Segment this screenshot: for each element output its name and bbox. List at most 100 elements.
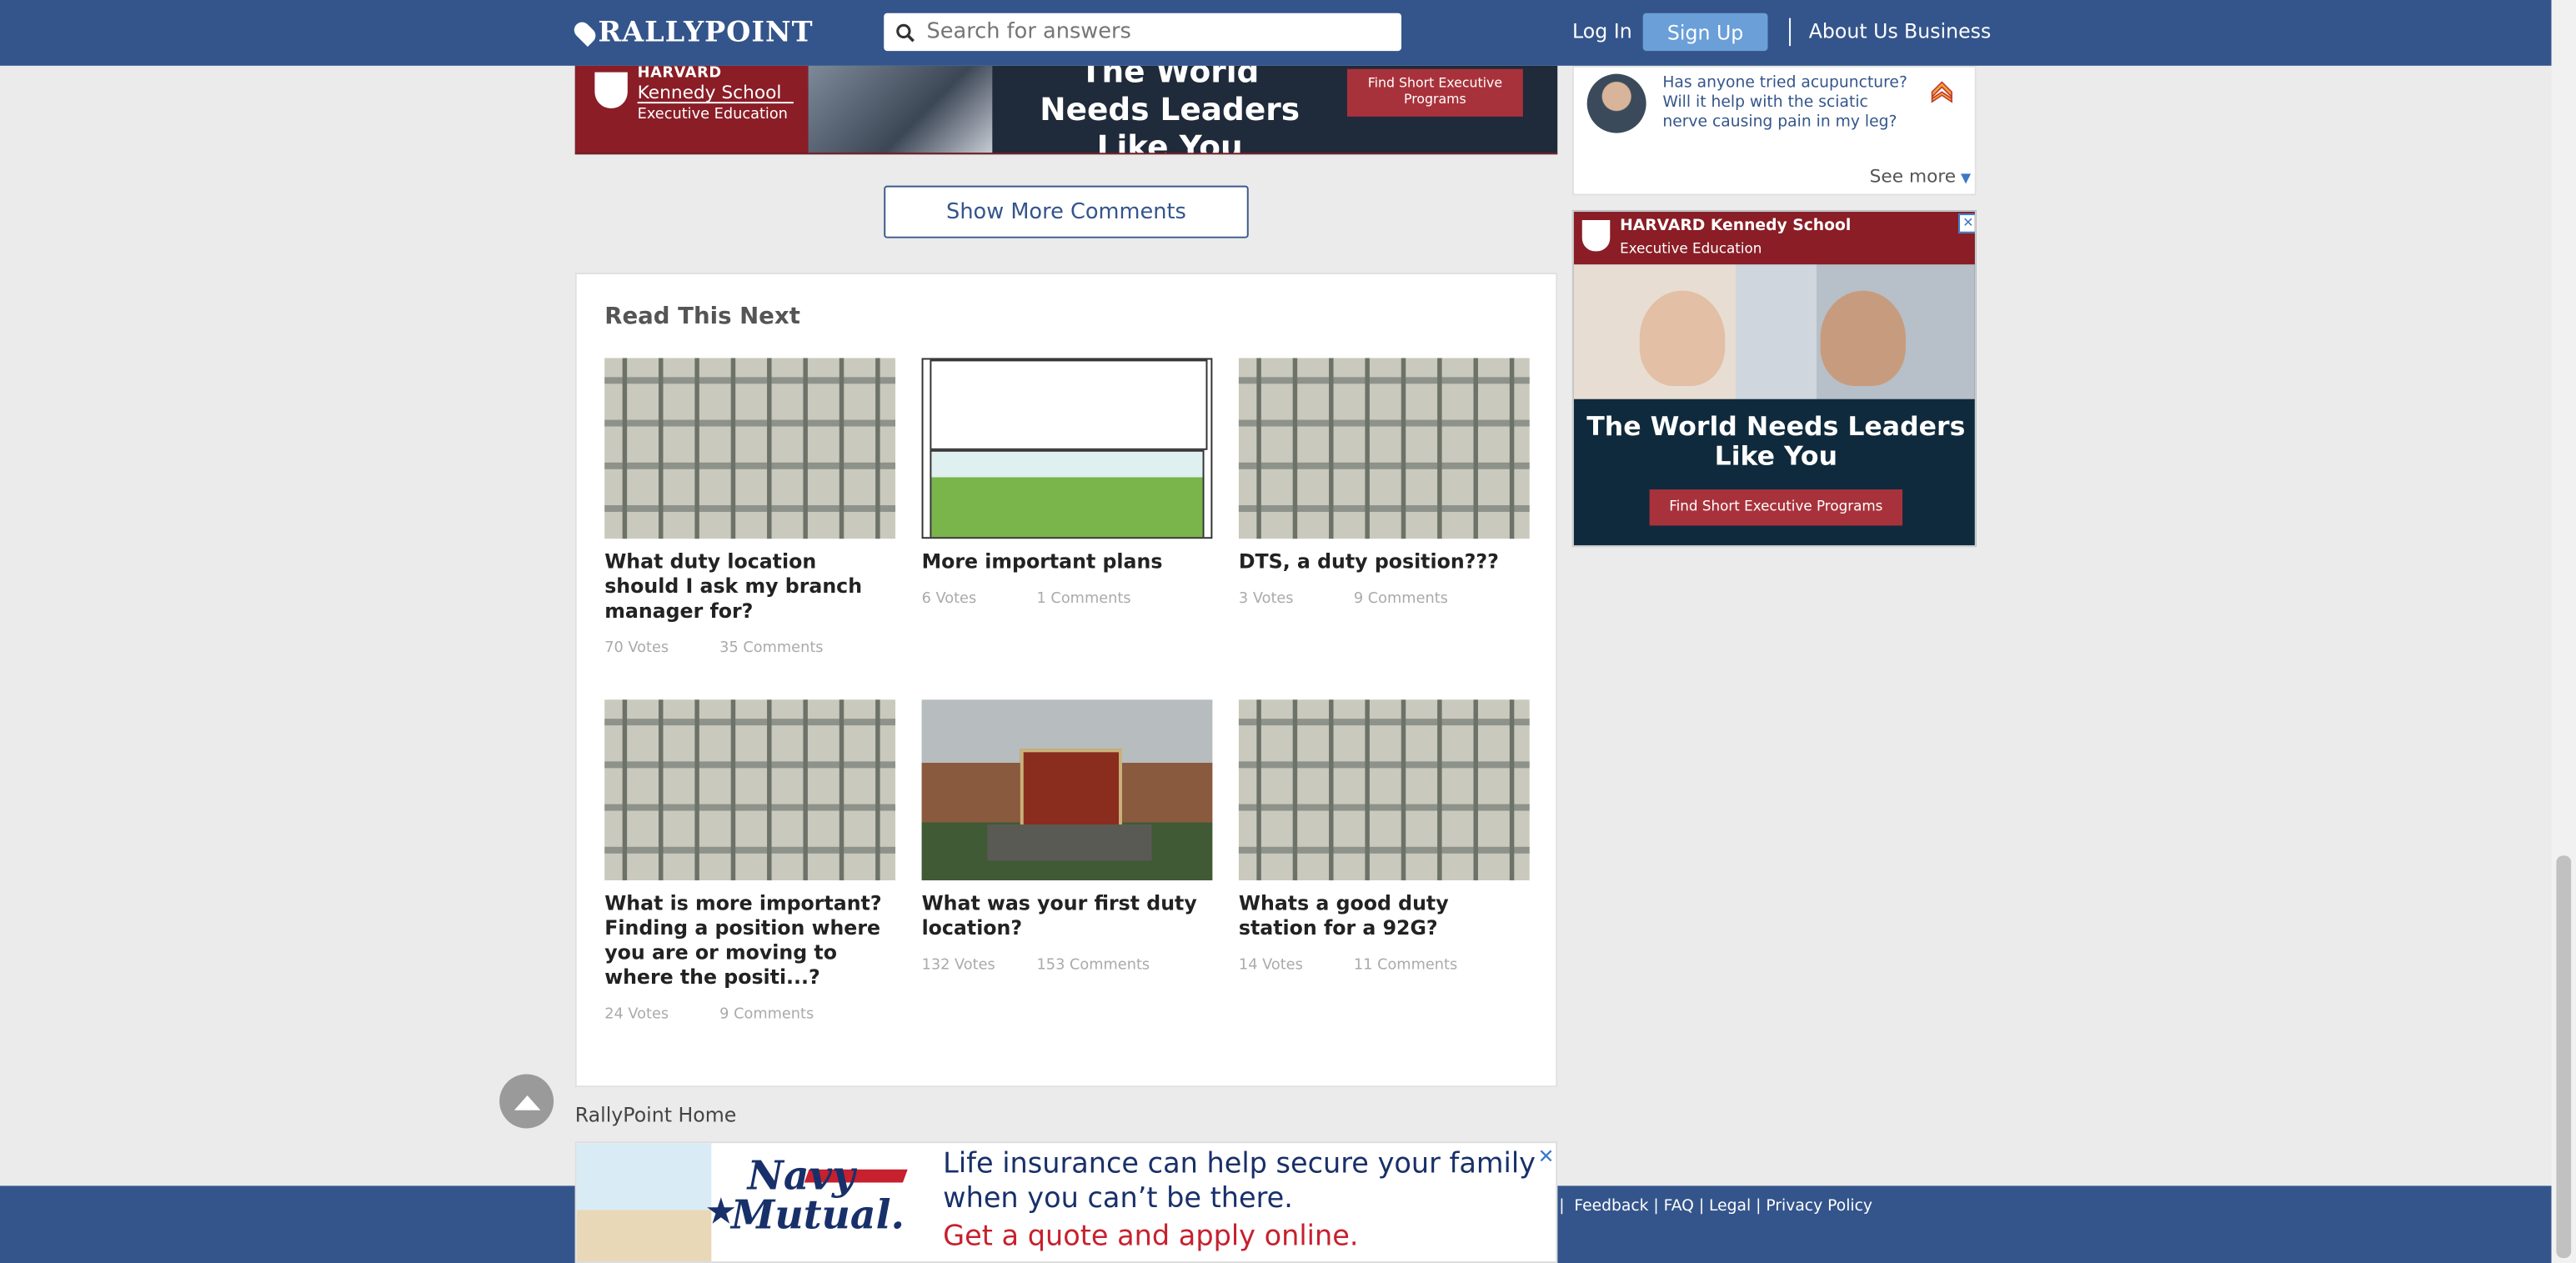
rank-insignia-icon [1931, 81, 1952, 103]
ad-org-line3: Executive Education [637, 107, 788, 123]
ad-brand-line1: Navy [747, 1151, 855, 1200]
card-votes: 6 Votes [921, 591, 977, 608]
read-next-card[interactable]: DTS, a duty position??? 3 Votes 9 Commen… [1238, 358, 1530, 608]
card-meta: 70 Votes 35 Comments [604, 640, 895, 657]
side-ad[interactable]: HARVARD Kennedy School Executive Educati… [1571, 210, 1977, 548]
card-comments: 9 Comments [719, 1006, 814, 1024]
card-thumbnail[interactable] [604, 358, 896, 539]
footer-separator: | [1559, 1197, 1565, 1215]
logo-pin-icon [570, 18, 599, 48]
read-next-card[interactable]: Whats a good duty station for a 92G? 14 … [1238, 699, 1530, 975]
ad-org: HARVARD Kennedy School [1620, 217, 1852, 235]
card-title[interactable]: What is more important? Finding a positi… [604, 892, 895, 990]
card-meta: 24 Votes 9 Comments [604, 1007, 895, 1024]
chevron-down-icon: ▼ [1961, 170, 1972, 186]
card-meta: 14 Votes 11 Comments [1239, 958, 1530, 975]
ad-cta-button[interactable]: Find Short Executive Programs [1346, 68, 1523, 117]
card-thumbnail[interactable] [1238, 699, 1530, 880]
ad-divider [637, 102, 794, 104]
ad-slogan: The World Needs Leaders Like You [1040, 65, 1301, 155]
card-meta: 6 Votes 1 Comments [922, 591, 1213, 608]
bottom-ad[interactable]: Navy Mutual. ★ Life insurance can help se… [574, 1141, 1558, 1263]
nav-divider [1789, 18, 1792, 47]
related-question-link[interactable]: Has anyone tried acupuncture? Will it he… [1662, 74, 1909, 133]
read-this-next-section: Read This Next What duty location should… [574, 273, 1558, 1088]
ad-org-line2: Kennedy School [637, 82, 782, 104]
card-title[interactable]: What was your first duty location? [922, 892, 1213, 941]
read-next-card[interactable]: What duty location should I ask my branc… [604, 358, 896, 657]
footer-link-legal[interactable]: Legal [1709, 1197, 1751, 1215]
card-title[interactable]: More important plans [922, 550, 1213, 575]
top-nav: RALLYPOINT Log In Sign Up About Us Busin… [0, 0, 2552, 66]
section-title: Read This Next [604, 303, 800, 330]
related-question-box: Has anyone tried acupuncture? Will it he… [1571, 65, 1977, 196]
ad-brand-line2: Mutual. [730, 1190, 905, 1239]
card-thumbnail[interactable] [921, 358, 1213, 539]
close-icon[interactable]: ✕ [1538, 1145, 1555, 1168]
comic-top-panel [930, 359, 1208, 450]
card-title[interactable]: Whats a good duty station for a 92G? [1239, 892, 1530, 941]
rallypoint-home-link[interactable]: RallyPoint Home [575, 1104, 737, 1127]
ad-brand: Navy Mutual. [711, 1151, 905, 1239]
card-meta: 132 Votes 153 Comments [922, 958, 1213, 975]
chevron-up-icon [513, 1095, 540, 1110]
card-meta: 3 Votes 9 Comments [1239, 591, 1530, 608]
footer-link-privacy[interactable]: Privacy Policy [1766, 1197, 1872, 1215]
card-comments: 1 Comments [1036, 591, 1131, 608]
card-votes: 14 Votes [1238, 957, 1303, 975]
see-more-label: See more [1869, 165, 1957, 188]
scrollbar-thumb[interactable] [2556, 855, 2572, 1259]
scroll-to-top-button[interactable] [499, 1074, 554, 1129]
harvard-shield-icon [1581, 219, 1611, 252]
harvard-shield-icon [594, 72, 628, 109]
card-comments: 9 Comments [1353, 591, 1448, 608]
ad-photo [808, 65, 993, 153]
card-comments: 153 Comments [1036, 957, 1150, 975]
sign-base [987, 824, 1152, 861]
page-canvas: HARVARD Kennedy School Executive Educati… [0, 0, 2576, 1263]
person-photo [1639, 290, 1726, 386]
card-votes: 3 Votes [1238, 591, 1294, 608]
ad-slogan: The World Needs Leaders Like You [1586, 410, 1966, 472]
about-us-link[interactable]: About Us [1809, 20, 1898, 43]
search-icon [896, 23, 915, 42]
show-more-comments-button[interactable]: Show More Comments [884, 185, 1249, 238]
card-title[interactable]: DTS, a duty position??? [1239, 550, 1530, 575]
logo[interactable]: RALLYPOINT [570, 16, 814, 50]
close-icon[interactable]: ✕ [1958, 213, 1975, 233]
ad-line3: Get a quote and apply online. [943, 1220, 1359, 1254]
search-input[interactable] [923, 18, 1374, 47]
ad-org-line1: HARVARD [637, 65, 722, 83]
card-comments: 35 Comments [719, 640, 824, 658]
comic-bottom-panel [930, 449, 1205, 538]
read-next-card[interactable]: More important plans 6 Votes 1 Comments [921, 358, 1213, 608]
ad-photo [1573, 264, 1975, 399]
avatar[interactable] [1586, 73, 1646, 133]
read-next-card[interactable]: What is more important? Finding a positi… [604, 699, 896, 1024]
footer-link-faq[interactable]: FAQ [1664, 1197, 1694, 1215]
top-banner-ad[interactable]: HARVARD Kennedy School Executive Educati… [574, 65, 1558, 155]
card-thumbnail[interactable] [1238, 358, 1530, 539]
card-comments: 11 Comments [1353, 957, 1458, 975]
card-thumbnail[interactable] [604, 699, 896, 880]
search-bar[interactable] [884, 13, 1402, 52]
star-icon: ★ [704, 1192, 738, 1234]
signup-button[interactable]: Sign Up [1642, 13, 1768, 52]
card-votes: 70 Votes [604, 640, 669, 658]
login-link[interactable]: Log In [1572, 20, 1632, 43]
ad-header: HARVARD Kennedy School Executive Educati… [1573, 212, 1975, 265]
read-next-card[interactable]: What was your first duty location? 132 V… [921, 699, 1213, 975]
card-thumbnail[interactable] [921, 699, 1213, 880]
business-link[interactable]: Business [1904, 20, 1991, 43]
card-votes: 24 Votes [604, 1006, 669, 1024]
logo-text: RALLYPOINT [598, 16, 814, 50]
footer-links: | Feedback | FAQ | Legal | Privacy Policy [1559, 1197, 1872, 1215]
card-votes: 132 Votes [921, 957, 995, 975]
card-title[interactable]: What duty location should I ask my branc… [604, 550, 895, 624]
ad-cta-button[interactable]: Find Short Executive Programs [1649, 489, 1903, 526]
footer-link-feedback[interactable]: Feedback [1574, 1197, 1648, 1215]
ad-line1: Life insurance can help secure your fami… [943, 1148, 1536, 1181]
person-photo [1820, 290, 1907, 386]
ad-photo [576, 1143, 712, 1262]
see-more-link[interactable]: See more ▼ [1870, 166, 1972, 188]
